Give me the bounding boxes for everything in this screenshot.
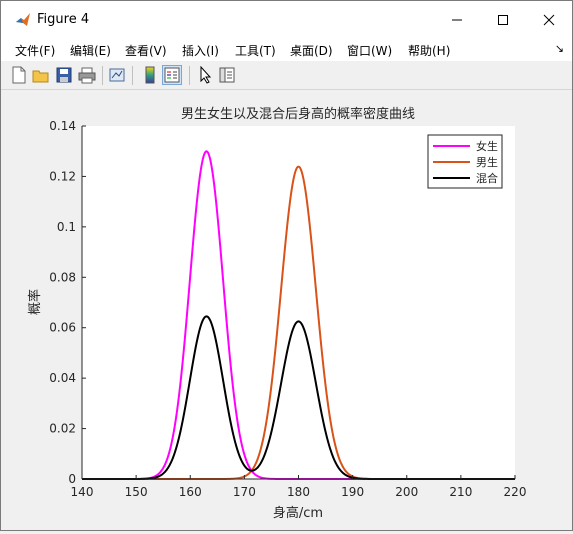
y-tick-label: 0.06 [49, 321, 76, 335]
y-axis-label: 概率 [27, 289, 43, 315]
toolbar-separator [189, 66, 190, 85]
toolbar [1, 62, 572, 90]
toolbar-separator [132, 66, 133, 85]
figure-canvas: 140 150 160 170 180 190 200 210 220 0 0.02 0.04 0.0… [1, 90, 572, 530]
x-axis: 140 150 160 170 180 190 200 210 220 [71, 475, 527, 499]
menu-desktop[interactable]: 桌面(D) [290, 42, 333, 59]
link-plot-icon[interactable] [108, 66, 126, 84]
x-tick-label: 190 [341, 485, 364, 499]
y-tick-label: 0.04 [49, 371, 76, 385]
x-tick-label: 160 [179, 485, 202, 499]
y-tick-label: 0.1 [57, 220, 76, 234]
legend-icon[interactable] [162, 65, 182, 85]
x-tick-label: 170 [233, 485, 256, 499]
menu-help[interactable]: 帮助(H) [408, 42, 450, 59]
legend[interactable]: 女生男生混合 [427, 134, 503, 189]
close-icon [543, 14, 555, 26]
menu-window[interactable]: 窗口(W) [347, 42, 392, 59]
close-button[interactable] [526, 1, 572, 39]
print-icon[interactable] [78, 66, 96, 84]
plot-svg: 140 150 160 170 180 190 200 210 220 0 0.02 0.04 0.0… [27, 106, 527, 521]
minimize-button[interactable] [434, 1, 480, 39]
minimize-icon [452, 19, 462, 21]
menu-insert[interactable]: 插入(I) [182, 42, 219, 59]
save-icon[interactable] [55, 66, 73, 84]
legend-label: 混合 [476, 171, 498, 185]
x-tick-label: 200 [395, 485, 418, 499]
figure-window: Figure 4 文件(F) 编辑(E) 查看(V) 插入(I) 工具(T) 桌… [0, 0, 573, 531]
legend-label: 男生 [476, 155, 498, 169]
maximize-icon [498, 15, 508, 25]
x-tick-label: 220 [504, 485, 527, 499]
menu-bar: 文件(F) 编辑(E) 查看(V) 插入(I) 工具(T) 桌面(D) 窗口(W… [1, 39, 572, 61]
title-bar: Figure 4 [1, 1, 572, 39]
y-axis: 0 0.02 0.04 0.06 0.08 0.1 0.12 0.14 [49, 119, 86, 486]
x-tick-label: 150 [125, 485, 148, 499]
menu-file[interactable]: 文件(F) [15, 42, 55, 59]
x-tick-label: 180 [287, 485, 310, 499]
pointer-icon[interactable] [197, 66, 215, 84]
y-tick-label: 0.12 [49, 169, 76, 183]
menu-tools[interactable]: 工具(T) [235, 42, 276, 59]
x-tick-label: 140 [71, 485, 94, 499]
window-title: Figure 4 [37, 12, 90, 27]
legend-label: 女生 [476, 139, 498, 153]
menu-edit[interactable]: 编辑(E) [70, 42, 111, 59]
matlab-logo-icon [16, 13, 30, 26]
y-tick-label: 0.08 [49, 270, 76, 284]
y-tick-label: 0.14 [49, 119, 76, 133]
y-tick-label: 0 [68, 472, 76, 486]
x-axis-label: 身高/cm [273, 505, 323, 521]
chart-title: 男生女生以及混合后身高的概率密度曲线 [181, 106, 415, 122]
menu-overflow-icon[interactable]: ↘ [555, 42, 564, 55]
menu-view[interactable]: 查看(V) [125, 42, 167, 59]
open-file-icon[interactable] [32, 66, 50, 84]
new-figure-icon[interactable] [10, 66, 28, 84]
y-tick-label: 0.02 [49, 422, 76, 436]
toolbar-separator [102, 66, 103, 85]
property-inspector-icon[interactable] [218, 66, 236, 84]
colorbar-icon[interactable] [141, 66, 159, 84]
maximize-button[interactable] [480, 1, 526, 39]
x-tick-label: 210 [449, 485, 472, 499]
